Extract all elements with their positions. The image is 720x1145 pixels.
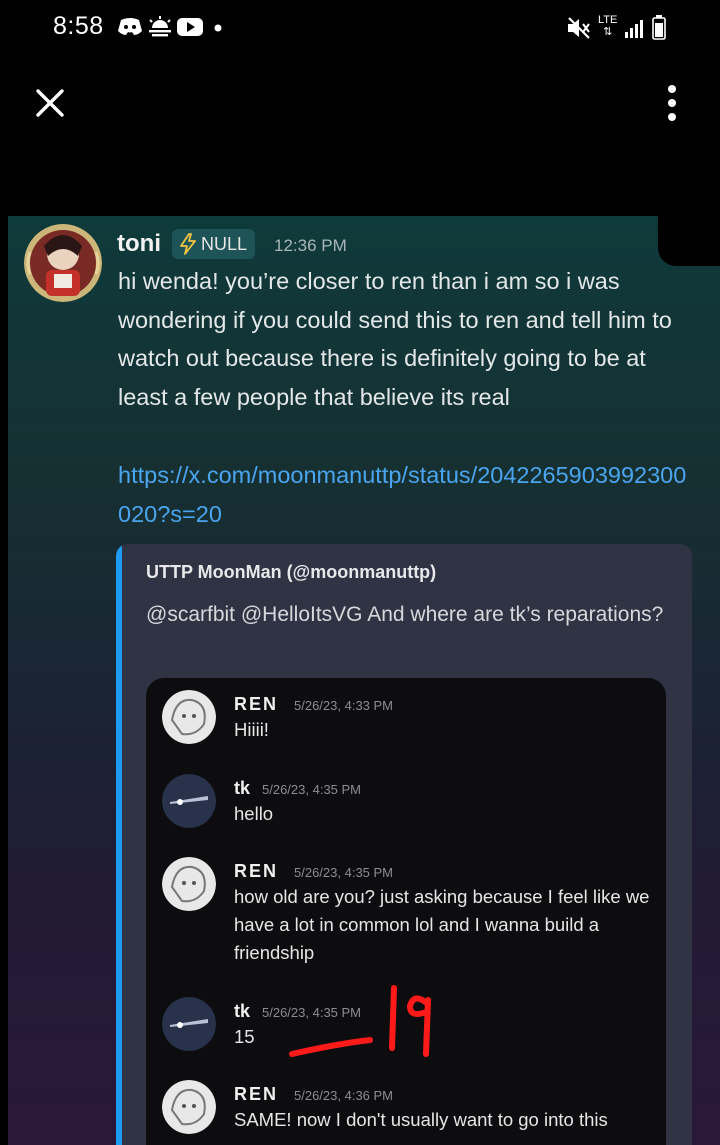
discord-icon (118, 18, 142, 35)
tk-avatar (162, 997, 216, 1051)
image-corner (658, 216, 720, 266)
signal-icon (625, 20, 643, 38)
mute-icon (568, 17, 590, 39)
ren-avatar (162, 690, 216, 744)
chat-name: tk (234, 778, 251, 798)
embed-image[interactable]: REN 5/26/23, 4:33 PM Hiiii! tk 5/26/23, … (146, 678, 666, 1145)
message-link[interactable]: https://x.com/moonmanuttp/status/2042265… (118, 456, 693, 533)
close-icon[interactable] (34, 87, 66, 119)
status-bar: 8:58 LTE ⇅ (0, 0, 720, 56)
status-time: 8:58 (53, 12, 104, 40)
chat-name: REN (234, 861, 279, 881)
chat-time: 5/26/23, 4:35 PM (262, 782, 362, 797)
embed-description: @scarfbit @HelloItsVG And where are tk’s… (146, 603, 664, 626)
embed-accent-bar (116, 544, 122, 1145)
chat-time: 5/26/23, 4:33 PM (294, 698, 394, 713)
screenshot-image: toni NULL 12:36 PM hi wenda! you’re clos… (8, 216, 720, 1145)
chat-text: Hiiii! (234, 719, 269, 740)
ren-avatar (162, 857, 216, 911)
chat-text: SAME! now I don't usually want to go int… (234, 1109, 608, 1130)
dot-icon (214, 24, 222, 32)
message-text: hi wenda! you’re closer to ren than i am… (118, 268, 672, 410)
more-vertical-icon[interactable] (660, 82, 684, 124)
battery-icon (652, 15, 666, 40)
weather-icon (149, 16, 171, 37)
username[interactable]: toni (117, 230, 161, 258)
avatar (24, 224, 102, 302)
ren-avatar (162, 1080, 216, 1134)
youtube-icon (177, 18, 203, 36)
chat-name: REN (234, 1084, 279, 1104)
embed-author[interactable]: UTTP MoonMan (@moonmanuttp) (146, 562, 436, 583)
chat-time: 5/26/23, 4:35 PM (294, 865, 394, 880)
tk-avatar (162, 774, 216, 828)
lte-icon: LTE ⇅ (598, 14, 617, 38)
server-tag[interactable]: NULL (172, 229, 256, 259)
message-timestamp: 12:36 PM (274, 236, 347, 255)
lte-label: LTE (598, 14, 618, 26)
chat-text: how old are you? just asking because I f… (234, 886, 650, 963)
arrows-glyph: ⇅ (603, 26, 613, 38)
lightning-icon (180, 233, 196, 255)
chat-name: REN (234, 694, 279, 714)
chat-text: hello (234, 803, 274, 824)
chat-time: 5/26/23, 4:36 PM (294, 1088, 394, 1103)
red-annotation (289, 985, 431, 1057)
link-embed[interactable]: UTTP MoonMan (@moonmanuttp) @scarfbit @H… (116, 544, 692, 1145)
server-tag-label: NULL (201, 233, 248, 254)
chat-name: tk (234, 1001, 251, 1021)
